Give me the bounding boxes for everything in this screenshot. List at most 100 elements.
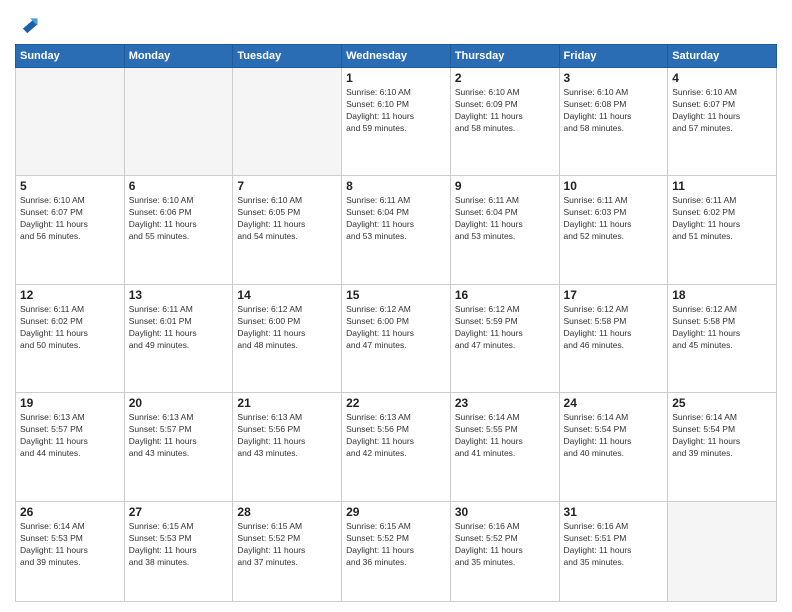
day-number: 15: [346, 288, 446, 302]
calendar-cell: [124, 68, 233, 176]
calendar-cell: 26 Sunrise: 6:14 AM Sunset: 5:53 PM Dayli…: [16, 501, 125, 601]
header-friday: Friday: [559, 45, 668, 68]
day-number: 20: [129, 396, 229, 410]
calendar-cell: 14 Sunrise: 6:12 AM Sunset: 6:00 PM Dayli…: [233, 284, 342, 392]
day-number: 21: [237, 396, 337, 410]
day-number: 6: [129, 179, 229, 193]
calendar-week-row: 12 Sunrise: 6:11 AM Sunset: 6:02 PM Dayli…: [16, 284, 777, 392]
calendar-cell: [668, 501, 777, 601]
day-number: 22: [346, 396, 446, 410]
calendar-cell: 28 Sunrise: 6:15 AM Sunset: 5:52 PM Dayli…: [233, 501, 342, 601]
calendar-cell: 21Sunrise: 6:13 AM Sunset: 5:56 PM Dayli…: [233, 393, 342, 501]
day-info: Sunrise: 6:15 AM Sunset: 5:52 PM Dayligh…: [237, 521, 337, 569]
day-number: 5: [20, 179, 120, 193]
day-number: 3: [564, 71, 664, 85]
day-info: Sunrise: 6:11 AM Sunset: 6:04 PM Dayligh…: [455, 195, 555, 243]
calendar-cell: 18 Sunrise: 6:12 AM Sunset: 5:58 PM Dayli…: [668, 284, 777, 392]
day-info: Sunrise: 6:12 AM Sunset: 5:58 PM Dayligh…: [564, 304, 664, 352]
day-number: 12: [20, 288, 120, 302]
day-info: Sunrise: 6:16 AM Sunset: 5:52 PM Dayligh…: [455, 521, 555, 569]
day-info: Sunrise: 6:10 AM Sunset: 6:07 PM Dayligh…: [672, 87, 772, 135]
logo: [15, 14, 39, 36]
day-number: 2: [455, 71, 555, 85]
day-number: 18: [672, 288, 772, 302]
day-number: 7: [237, 179, 337, 193]
calendar-cell: 16 Sunrise: 6:12 AM Sunset: 5:59 PM Dayli…: [450, 284, 559, 392]
day-number: 10: [564, 179, 664, 193]
calendar-cell: [233, 68, 342, 176]
day-number: 1: [346, 71, 446, 85]
logo-icon: [17, 14, 39, 36]
calendar-cell: 24 Sunrise: 6:14 AM Sunset: 5:54 PM Dayli…: [559, 393, 668, 501]
header: [15, 10, 777, 36]
calendar-cell: 27Sunrise: 6:15 AM Sunset: 5:53 PM Dayli…: [124, 501, 233, 601]
calendar-week-row: 19 Sunrise: 6:13 AM Sunset: 5:57 PM Dayli…: [16, 393, 777, 501]
calendar-table: Sunday Monday Tuesday Wednesday Thursday…: [15, 44, 777, 602]
calendar-cell: 9Sunrise: 6:11 AM Sunset: 6:04 PM Daylig…: [450, 176, 559, 284]
day-number: 8: [346, 179, 446, 193]
calendar-cell: 6Sunrise: 6:10 AM Sunset: 6:06 PM Daylig…: [124, 176, 233, 284]
day-info: Sunrise: 6:12 AM Sunset: 5:58 PM Dayligh…: [672, 304, 772, 352]
day-info: Sunrise: 6:11 AM Sunset: 6:04 PM Dayligh…: [346, 195, 446, 243]
calendar-cell: 19 Sunrise: 6:13 AM Sunset: 5:57 PM Dayli…: [16, 393, 125, 501]
calendar-cell: [16, 68, 125, 176]
day-info: Sunrise: 6:11 AM Sunset: 6:03 PM Dayligh…: [564, 195, 664, 243]
calendar-cell: 31Sunrise: 6:16 AM Sunset: 5:51 PM Dayli…: [559, 501, 668, 601]
day-number: 13: [129, 288, 229, 302]
calendar-cell: 22 Sunrise: 6:13 AM Sunset: 5:56 PM Dayli…: [342, 393, 451, 501]
header-saturday: Saturday: [668, 45, 777, 68]
day-info: Sunrise: 6:14 AM Sunset: 5:55 PM Dayligh…: [455, 412, 555, 460]
day-info: Sunrise: 6:14 AM Sunset: 5:54 PM Dayligh…: [672, 412, 772, 460]
day-number: 17: [564, 288, 664, 302]
day-info: Sunrise: 6:12 AM Sunset: 6:00 PM Dayligh…: [346, 304, 446, 352]
header-monday: Monday: [124, 45, 233, 68]
day-info: Sunrise: 6:14 AM Sunset: 5:53 PM Dayligh…: [20, 521, 120, 569]
calendar-cell: 3Sunrise: 6:10 AM Sunset: 6:08 PM Daylig…: [559, 68, 668, 176]
day-info: Sunrise: 6:10 AM Sunset: 6:09 PM Dayligh…: [455, 87, 555, 135]
day-info: Sunrise: 6:12 AM Sunset: 6:00 PM Dayligh…: [237, 304, 337, 352]
calendar-cell: 2 Sunrise: 6:10 AM Sunset: 6:09 PM Daylig…: [450, 68, 559, 176]
calendar-cell: 17 Sunrise: 6:12 AM Sunset: 5:58 PM Dayli…: [559, 284, 668, 392]
calendar-cell: 11Sunrise: 6:11 AM Sunset: 6:02 PM Dayli…: [668, 176, 777, 284]
header-sunday: Sunday: [16, 45, 125, 68]
calendar-cell: 20 Sunrise: 6:13 AM Sunset: 5:57 PM Dayli…: [124, 393, 233, 501]
day-info: Sunrise: 6:10 AM Sunset: 6:05 PM Dayligh…: [237, 195, 337, 243]
calendar-cell: 4 Sunrise: 6:10 AM Sunset: 6:07 PM Daylig…: [668, 68, 777, 176]
calendar-week-row: 1 Sunrise: 6:10 AM Sunset: 6:10 PM Daylig…: [16, 68, 777, 176]
day-number: 23: [455, 396, 555, 410]
day-info: Sunrise: 6:13 AM Sunset: 5:56 PM Dayligh…: [346, 412, 446, 460]
calendar-cell: 10 Sunrise: 6:11 AM Sunset: 6:03 PM Dayli…: [559, 176, 668, 284]
day-info: Sunrise: 6:13 AM Sunset: 5:57 PM Dayligh…: [129, 412, 229, 460]
calendar-cell: 12 Sunrise: 6:11 AM Sunset: 6:02 PM Dayli…: [16, 284, 125, 392]
day-info: Sunrise: 6:12 AM Sunset: 5:59 PM Dayligh…: [455, 304, 555, 352]
day-info: Sunrise: 6:11 AM Sunset: 6:02 PM Dayligh…: [672, 195, 772, 243]
calendar-cell: 8 Sunrise: 6:11 AM Sunset: 6:04 PM Daylig…: [342, 176, 451, 284]
day-number: 19: [20, 396, 120, 410]
day-info: Sunrise: 6:14 AM Sunset: 5:54 PM Dayligh…: [564, 412, 664, 460]
calendar-cell: 25 Sunrise: 6:14 AM Sunset: 5:54 PM Dayli…: [668, 393, 777, 501]
calendar-cell: 1 Sunrise: 6:10 AM Sunset: 6:10 PM Daylig…: [342, 68, 451, 176]
day-number: 31: [564, 505, 664, 519]
day-info: Sunrise: 6:10 AM Sunset: 6:10 PM Dayligh…: [346, 87, 446, 135]
day-number: 24: [564, 396, 664, 410]
calendar-cell: 29Sunrise: 6:15 AM Sunset: 5:52 PM Dayli…: [342, 501, 451, 601]
header-wednesday: Wednesday: [342, 45, 451, 68]
calendar-cell: 30Sunrise: 6:16 AM Sunset: 5:52 PM Dayli…: [450, 501, 559, 601]
day-number: 14: [237, 288, 337, 302]
day-number: 16: [455, 288, 555, 302]
calendar-cell: 15 Sunrise: 6:12 AM Sunset: 6:00 PM Dayli…: [342, 284, 451, 392]
day-number: 26: [20, 505, 120, 519]
weekday-header-row: Sunday Monday Tuesday Wednesday Thursday…: [16, 45, 777, 68]
day-number: 28: [237, 505, 337, 519]
calendar-cell: 13 Sunrise: 6:11 AM Sunset: 6:01 PM Dayli…: [124, 284, 233, 392]
day-info: Sunrise: 6:11 AM Sunset: 6:02 PM Dayligh…: [20, 304, 120, 352]
day-info: Sunrise: 6:10 AM Sunset: 6:07 PM Dayligh…: [20, 195, 120, 243]
day-number: 27: [129, 505, 229, 519]
day-info: Sunrise: 6:13 AM Sunset: 5:57 PM Dayligh…: [20, 412, 120, 460]
day-info: Sunrise: 6:11 AM Sunset: 6:01 PM Dayligh…: [129, 304, 229, 352]
calendar-week-row: 26 Sunrise: 6:14 AM Sunset: 5:53 PM Dayli…: [16, 501, 777, 601]
calendar-page: Sunday Monday Tuesday Wednesday Thursday…: [0, 0, 792, 612]
day-info: Sunrise: 6:15 AM Sunset: 5:52 PM Dayligh…: [346, 521, 446, 569]
day-number: 25: [672, 396, 772, 410]
day-number: 4: [672, 71, 772, 85]
